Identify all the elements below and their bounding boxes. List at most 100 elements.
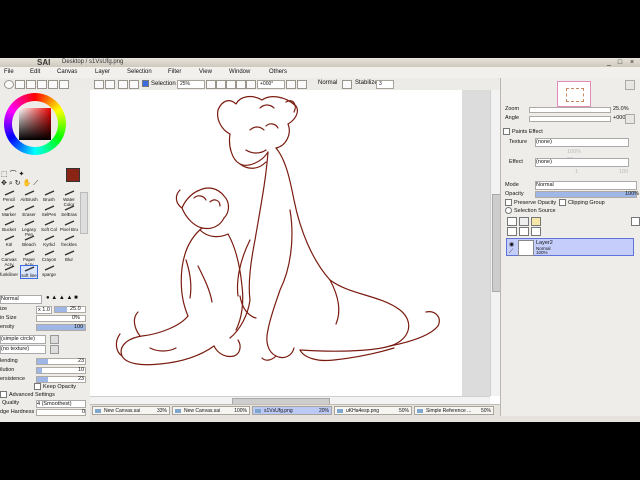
- new-layer-icon[interactable]: [507, 217, 517, 226]
- size-multiplier[interactable]: x 1.0: [36, 306, 52, 314]
- invert-selection-button[interactable]: [105, 80, 115, 89]
- menu-edit[interactable]: Edit: [30, 69, 40, 75]
- brush-tool-7[interactable]: SelEras: [60, 205, 78, 219]
- minimize-button[interactable]: _: [605, 59, 613, 66]
- menu-file[interactable]: File: [4, 69, 14, 75]
- brush-tool-2[interactable]: Brush: [40, 190, 58, 204]
- transfer-down-icon[interactable]: [507, 227, 517, 236]
- stabilizer-select[interactable]: 3: [376, 80, 394, 89]
- hand-icon[interactable]: ✋: [23, 180, 32, 187]
- rotate-ccw-button[interactable]: [236, 80, 246, 89]
- brush-blend-mode[interactable]: Normal: [0, 295, 42, 304]
- tab-s1vsufg[interactable]: s1VsUfg.png 20%: [252, 406, 332, 415]
- menu-view[interactable]: View: [199, 69, 212, 75]
- select-rect-icon[interactable]: ⬚: [1, 171, 8, 178]
- navigator-angle-slider[interactable]: [529, 116, 611, 122]
- rotate-cw-button[interactable]: [246, 80, 256, 89]
- brush-tool-0[interactable]: Pencil: [0, 190, 18, 204]
- brush-tool-5[interactable]: Eraser: [20, 205, 38, 219]
- angle-reset-button[interactable]: [625, 114, 635, 124]
- eyedropper-icon[interactable]: ⟋: [33, 180, 38, 187]
- brush-tool-12[interactable]: Kūl: [0, 235, 18, 249]
- preserve-opacity-checkbox[interactable]: Preserve Opacity: [505, 199, 556, 206]
- merge-down-icon[interactable]: [519, 227, 529, 236]
- view-mode-button[interactable]: [342, 80, 352, 89]
- brush-tool-16[interactable]: Canvas Acry: [0, 250, 18, 267]
- edge-hardness-slider[interactable]: [36, 409, 86, 416]
- rotation-field[interactable]: +000°: [257, 80, 285, 89]
- swatch-toggle[interactable]: [26, 80, 36, 89]
- menu-others[interactable]: Others: [269, 69, 287, 75]
- brush-tool-14[interactable]: Kyrkd: [40, 235, 58, 249]
- tab-new-canvas-2[interactable]: New Canvas.sai 100%: [172, 406, 250, 415]
- brush-tool-9[interactable]: Legacy Pen: [20, 220, 38, 237]
- zoom-in-button[interactable]: [216, 80, 226, 89]
- brush-tool-13[interactable]: Bleach: [20, 235, 38, 249]
- brush-tool-1[interactable]: AirBrush: [20, 190, 38, 204]
- brush-tool-15[interactable]: freckles: [60, 235, 78, 249]
- move-icon[interactable]: ✥: [1, 180, 7, 187]
- hide-selection-button[interactable]: [118, 80, 128, 89]
- brush-shape-settings[interactable]: [50, 335, 59, 344]
- tab-ukha4esp[interactable]: uKHa4esp.png 50%: [334, 406, 412, 415]
- maximize-button[interactable]: □: [616, 59, 624, 66]
- menu-window[interactable]: Window: [229, 69, 250, 75]
- brush-tool-21[interactable]: soft line: [20, 265, 38, 279]
- brush-shape-select[interactable]: (simple circle): [0, 335, 46, 344]
- canvas-area[interactable]: [90, 90, 500, 404]
- navigator-preview[interactable]: [557, 81, 591, 107]
- primary-color-swatch[interactable]: [66, 168, 80, 182]
- color-wheel[interactable]: [4, 93, 66, 155]
- close-button[interactable]: ×: [628, 59, 636, 66]
- menu-layer[interactable]: Layer: [95, 69, 110, 75]
- layer-opacity-slider[interactable]: [535, 191, 637, 198]
- menu-filter[interactable]: Filter: [168, 69, 181, 75]
- brush-tool-4[interactable]: Marker: [0, 205, 18, 219]
- brush-texture-settings[interactable]: [50, 345, 59, 354]
- saturation-value-square[interactable]: [19, 108, 51, 140]
- effect-select[interactable]: (none): [535, 158, 629, 167]
- brush-tool-17[interactable]: Paper Acry: [20, 250, 38, 267]
- layer-mode-select[interactable]: Normal: [535, 181, 637, 190]
- deselect-button[interactable]: [94, 80, 104, 89]
- advanced-settings-toggle[interactable]: Advanced Settings: [0, 391, 55, 398]
- new-linework-layer-icon[interactable]: [519, 217, 529, 226]
- paint-effect-toggle[interactable]: Paints Effect: [503, 128, 543, 135]
- menu-canvas[interactable]: Canvas: [57, 69, 77, 75]
- rotate-icon[interactable]: ↻: [15, 180, 21, 187]
- selection-checkbox[interactable]: Selection: [142, 80, 176, 87]
- tool-grid-scrollbar[interactable]: [80, 192, 88, 234]
- clipping-group-checkbox[interactable]: Clipping Group: [559, 199, 605, 206]
- brush-lock-icon[interactable]: ⟋: [509, 249, 513, 256]
- eye-icon[interactable]: ◉: [509, 241, 514, 248]
- brush-tool-10[interactable]: Soft Col: [40, 220, 58, 234]
- brush-texture-select[interactable]: (no texture): [0, 345, 46, 354]
- navigator-zoom-slider[interactable]: [529, 107, 611, 113]
- texture-select[interactable]: (none): [535, 138, 629, 147]
- menu-selection[interactable]: Selection: [127, 69, 152, 75]
- selection-source-radio[interactable]: Selection Source: [505, 207, 556, 214]
- hsv-slider-toggle[interactable]: [59, 80, 69, 89]
- navigator-settings[interactable]: [625, 80, 635, 90]
- color-wheel-toggle[interactable]: [4, 80, 14, 89]
- brush-tool-11[interactable]: Pixel Bru: [60, 220, 78, 234]
- color-palette-toggle[interactable]: [15, 80, 25, 89]
- brush-tool-20[interactable]: funkiliner: [0, 265, 18, 279]
- show-selection-button[interactable]: [129, 80, 139, 89]
- scratchpad-toggle[interactable]: [37, 80, 47, 89]
- new-folder-icon[interactable]: [531, 217, 541, 226]
- keep-opacity-checkbox[interactable]: Keep Opacity: [34, 383, 76, 390]
- tab-simple-reference[interactable]: Simple Reference ... 50%: [414, 406, 494, 415]
- clear-layer-icon[interactable]: [531, 227, 541, 236]
- layer-row[interactable]: ◉ ⟋ Layer2 Normal 100%: [506, 238, 634, 256]
- quality-select[interactable]: 4 (Smoothest): [36, 400, 86, 408]
- delete-layer-icon[interactable]: [631, 217, 640, 226]
- brush-tool-3[interactable]: Water Color: [60, 190, 78, 207]
- flip-horizontal-button[interactable]: [297, 80, 307, 89]
- brush-tool-18[interactable]: Crayon: [40, 250, 58, 264]
- brush-tool-6[interactable]: SelPen: [40, 205, 58, 219]
- brush-tool-8[interactable]: Bucket: [0, 220, 18, 234]
- rotate-reset-button[interactable]: [286, 80, 296, 89]
- brush-tool-22[interactable]: sparge: [40, 265, 58, 279]
- zoom-icon[interactable]: ⌕: [9, 180, 13, 187]
